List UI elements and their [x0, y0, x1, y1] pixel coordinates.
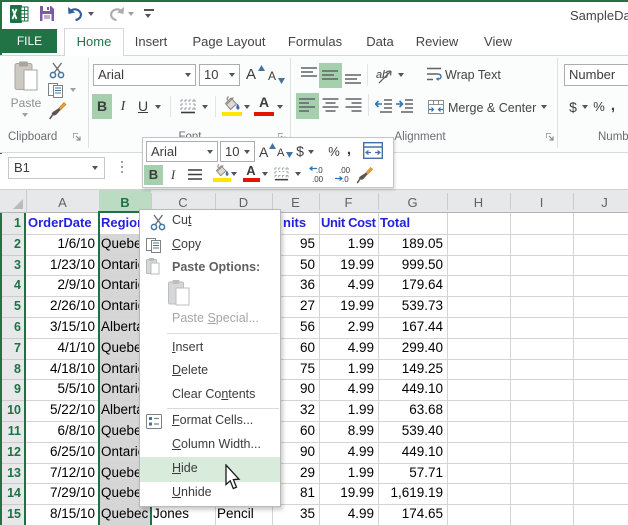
svg-text:.00: .00 [312, 175, 324, 184]
svg-text:.0: .0 [316, 166, 323, 175]
svg-text:.0: .0 [342, 175, 349, 184]
svg-text:.00: .00 [339, 166, 351, 175]
